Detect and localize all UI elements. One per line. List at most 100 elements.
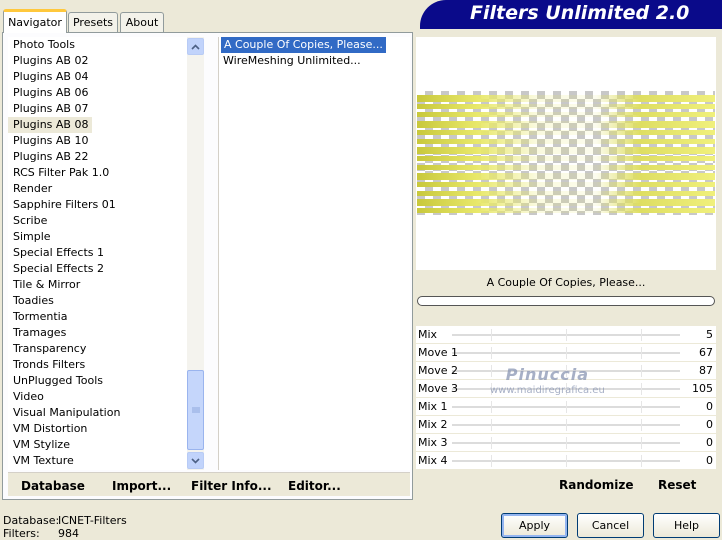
slider-row[interactable]: Mix 4 0 xyxy=(416,452,716,470)
category-item[interactable]: Sapphire Filters 01 xyxy=(8,197,188,213)
slider-tick xyxy=(641,329,642,341)
grip-icon xyxy=(191,407,200,412)
category-item[interactable]: Scribe xyxy=(8,213,188,229)
slider-row[interactable]: Mix 5 xyxy=(416,326,716,344)
category-row[interactable]: VM Stylize xyxy=(8,437,188,453)
category-list[interactable]: Photo Tools Plugins AB 02 Plugins AB 04 Plu… xyxy=(8,37,188,470)
category-item[interactable]: Tormentia xyxy=(8,309,188,325)
slider-row[interactable]: Mix 1 0 xyxy=(416,398,716,416)
category-item[interactable]: Plugins AB 02 xyxy=(8,53,188,69)
category-row[interactable]: Render xyxy=(8,181,188,197)
category-row[interactable]: Plugins AB 07 xyxy=(8,101,188,117)
category-row[interactable]: Photo Tools xyxy=(8,37,188,53)
database-button[interactable]: Database xyxy=(21,479,85,493)
slider-tick xyxy=(566,347,567,359)
category-item[interactable]: Special Effects 2 xyxy=(8,261,188,277)
filter-list[interactable]: A Couple Of Copies, Please... WireMeshing… xyxy=(218,37,410,470)
category-item[interactable]: Visual Manipulation xyxy=(8,405,188,421)
category-item[interactable]: VM Texture xyxy=(8,453,188,469)
tab-presets[interactable]: Presets xyxy=(68,12,118,32)
category-item[interactable]: Plugins AB 22 xyxy=(8,149,188,165)
filter-item[interactable]: A Couple Of Copies, Please... xyxy=(221,37,386,53)
status-database: Database:ICNET-Filters xyxy=(3,514,127,527)
scroll-thumb[interactable] xyxy=(187,370,204,450)
category-row[interactable]: Plugins AB 10 xyxy=(8,133,188,149)
category-item[interactable]: Render xyxy=(8,181,188,197)
category-row[interactable]: Sapphire Filters 01 xyxy=(8,197,188,213)
category-row[interactable]: Tronds Filters xyxy=(8,357,188,373)
slider-tick xyxy=(641,419,642,431)
category-row[interactable]: Special Effects 2 xyxy=(8,261,188,277)
slider-row[interactable]: Move 2 87 xyxy=(416,362,716,380)
slider-tick xyxy=(641,383,642,395)
category-item[interactable]: Plugins AB 08 xyxy=(8,117,93,133)
slider-row[interactable]: Move 1 67 xyxy=(416,344,716,362)
preview-stripe xyxy=(417,173,715,181)
category-item[interactable]: Plugins AB 06 xyxy=(8,85,188,101)
category-item[interactable]: Transparency xyxy=(8,341,188,357)
navigator-button-bar: Database Import... Filter Info... Editor… xyxy=(8,472,410,496)
category-item[interactable]: Photo Tools xyxy=(8,37,188,53)
category-item[interactable]: UnPlugged Tools xyxy=(8,373,188,389)
filter-row[interactable]: WireMeshing Unlimited... xyxy=(219,53,410,69)
category-row[interactable]: Tormentia xyxy=(8,309,188,325)
category-item[interactable]: Tronds Filters xyxy=(8,357,188,373)
apply-button[interactable]: Apply xyxy=(501,513,568,538)
scroll-down-button[interactable] xyxy=(187,452,204,469)
category-item[interactable]: Toadies xyxy=(8,293,188,309)
category-row[interactable]: Tramages xyxy=(8,325,188,341)
slider-row[interactable]: Mix 2 0 xyxy=(416,416,716,434)
scroll-up-button[interactable] xyxy=(187,38,204,55)
category-item[interactable]: VM Stylize xyxy=(8,437,188,453)
category-row[interactable]: Plugins AB 04 xyxy=(8,69,188,85)
filter-info-button[interactable]: Filter Info... xyxy=(191,479,272,493)
category-item[interactable]: Video xyxy=(8,389,188,405)
reset-button[interactable]: Reset xyxy=(658,478,696,492)
category-row[interactable]: Plugins AB 06 xyxy=(8,85,188,101)
randomize-button[interactable]: Randomize xyxy=(559,478,633,492)
category-row[interactable]: Plugins AB 22 xyxy=(8,149,188,165)
category-item[interactable]: Tramages xyxy=(8,325,188,341)
category-row[interactable]: Transparency xyxy=(8,341,188,357)
category-row[interactable]: Scribe xyxy=(8,213,188,229)
editor-button[interactable]: Editor... xyxy=(288,479,341,493)
category-item[interactable]: VM Distortion xyxy=(8,421,188,437)
slider-tick xyxy=(641,455,642,467)
category-row[interactable]: VM Distortion xyxy=(8,421,188,437)
help-button[interactable]: Help xyxy=(653,513,720,538)
filter-item[interactable]: WireMeshing Unlimited... xyxy=(219,53,410,69)
slider-row[interactable]: Move 3 105 xyxy=(416,380,716,398)
category-row[interactable]: Tile & Mirror xyxy=(8,277,188,293)
slider-tick xyxy=(641,437,642,449)
category-item[interactable]: Special Effects 1 xyxy=(8,245,188,261)
category-item[interactable]: Simple xyxy=(8,229,188,245)
category-item[interactable]: Plugins AB 10 xyxy=(8,133,188,149)
slider-tick xyxy=(566,455,567,467)
import-button[interactable]: Import... xyxy=(112,479,171,493)
category-item[interactable]: Plugins AB 04 xyxy=(8,69,188,85)
category-row[interactable]: Plugins AB 02 xyxy=(8,53,188,69)
cancel-button[interactable]: Cancel xyxy=(577,513,644,538)
category-item[interactable]: Plugins AB 07 xyxy=(8,101,188,117)
category-item[interactable]: RCS Filter Pak 1.0 xyxy=(8,165,188,181)
category-row[interactable]: Special Effects 1 xyxy=(8,245,188,261)
category-row[interactable]: VM Texture xyxy=(8,453,188,469)
category-row[interactable]: Simple xyxy=(8,229,188,245)
category-row[interactable]: UnPlugged Tools xyxy=(8,373,188,389)
category-row[interactable]: Visual Manipulation xyxy=(8,405,188,421)
tab-about[interactable]: About xyxy=(120,12,164,32)
preview-stripe xyxy=(417,138,715,144)
current-filter-name: A Couple Of Copies, Please... xyxy=(416,273,716,293)
category-row[interactable]: Toadies xyxy=(8,293,188,309)
slider-row[interactable]: Mix 3 0 xyxy=(416,434,716,452)
preview-stripe xyxy=(417,147,715,155)
status-filters: Filters: 984 xyxy=(3,527,79,540)
filter-row[interactable]: A Couple Of Copies, Please... xyxy=(219,37,410,53)
category-item[interactable]: Tile & Mirror xyxy=(8,277,188,293)
category-row[interactable]: Video xyxy=(8,389,188,405)
tab-navigator[interactable]: Navigator xyxy=(3,9,67,33)
progress-bar xyxy=(417,296,715,306)
category-scrollbar[interactable] xyxy=(187,37,204,470)
category-row[interactable]: RCS Filter Pak 1.0 xyxy=(8,165,188,181)
category-row[interactable]: Plugins AB 08 xyxy=(8,117,188,133)
